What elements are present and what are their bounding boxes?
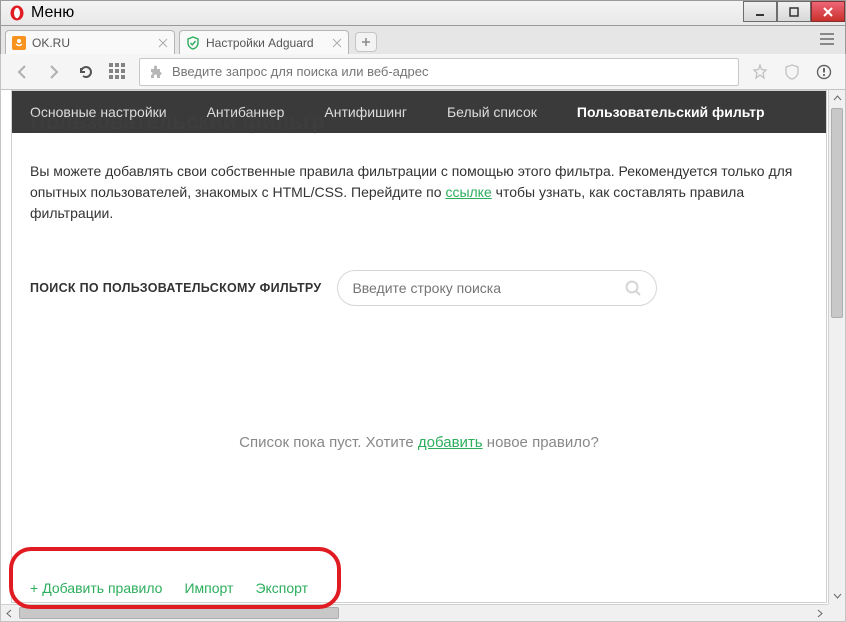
scroll-up-arrow[interactable] — [829, 90, 845, 107]
scroll-left-arrow[interactable] — [1, 605, 18, 621]
reload-button[interactable] — [75, 61, 97, 83]
url-input[interactable] — [172, 64, 738, 79]
tab-strip: OK.RU Настройки Adguard — [0, 26, 846, 54]
filter-search-input[interactable] — [352, 280, 624, 296]
speed-dial-button[interactable] — [107, 61, 129, 83]
page-description: Вы можете добавлять свои собственные пра… — [12, 133, 826, 234]
nav-antiphishing[interactable]: Антифишинг — [324, 104, 407, 120]
adguard-nav: Основные настройки Антибаннер Антифишинг… — [12, 91, 826, 133]
panels-icon[interactable] — [819, 32, 835, 46]
page-content: Основные настройки Антибаннер Антифишинг… — [11, 90, 827, 603]
rules-help-link[interactable]: ссылке — [445, 184, 491, 200]
bookmark-button[interactable] — [749, 61, 771, 83]
filter-search-label: ПОИСК ПО ПОЛЬЗОВАТЕЛЬСКОМУ ФИЛЬТРУ — [30, 281, 321, 295]
hscroll-thumb[interactable] — [19, 607, 339, 619]
address-bar[interactable] — [139, 58, 739, 86]
window-minimize-button[interactable] — [743, 1, 777, 22]
tab-title: Настройки Adguard — [206, 36, 326, 50]
vscroll-thumb[interactable] — [831, 108, 843, 318]
import-button[interactable]: Импорт — [184, 580, 233, 596]
tab-close-icon[interactable] — [158, 38, 168, 48]
vertical-scrollbar[interactable] — [828, 90, 845, 604]
tab-title: OK.RU — [32, 36, 152, 50]
horizontal-scrollbar[interactable] — [1, 604, 828, 621]
opera-menu-button[interactable] — [813, 61, 835, 83]
nav-whitelist[interactable]: Белый список — [447, 104, 537, 120]
browser-toolbar — [0, 54, 846, 90]
new-tab-button[interactable] — [355, 32, 377, 52]
favicon-ok-icon — [12, 36, 26, 50]
empty-add-link[interactable]: добавить — [418, 434, 483, 451]
menu-label[interactable]: Меню — [31, 4, 74, 22]
export-button[interactable]: Экспорт — [255, 580, 308, 596]
window-maximize-button[interactable] — [777, 1, 811, 22]
tab-close-icon[interactable] — [332, 38, 342, 48]
scroll-down-arrow[interactable] — [829, 587, 845, 604]
extension-icon — [148, 64, 164, 80]
scroll-right-arrow[interactable] — [811, 605, 828, 621]
opera-icon — [9, 5, 25, 21]
nav-userfilter[interactable]: Пользовательский фильтр — [577, 104, 765, 120]
search-icon — [624, 279, 642, 297]
content-viewport: Основные настройки Антибаннер Антифишинг… — [0, 90, 846, 622]
adguard-toolbar-icon[interactable] — [781, 61, 803, 83]
back-button[interactable] — [11, 61, 33, 83]
empty-state: Список пока пуст. Хотите добавить новое … — [12, 324, 826, 511]
scroll-corner — [828, 604, 845, 621]
nav-general[interactable]: Основные настройки — [30, 104, 167, 120]
filter-search-box[interactable] — [337, 270, 657, 306]
tab-adguard[interactable]: Настройки Adguard — [179, 30, 349, 54]
add-rule-button[interactable]: +Добавить правило — [30, 580, 162, 596]
nav-antibanner[interactable]: Антибаннер — [207, 104, 285, 120]
favicon-shield-icon — [186, 36, 200, 50]
window-titlebar: Меню — [0, 0, 846, 26]
window-close-button[interactable] — [811, 1, 845, 22]
plus-icon: + — [30, 580, 38, 596]
filter-actions: +Добавить правило Импорт Экспорт — [30, 580, 308, 596]
forward-button[interactable] — [43, 61, 65, 83]
tab-okru[interactable]: OK.RU — [5, 30, 175, 54]
